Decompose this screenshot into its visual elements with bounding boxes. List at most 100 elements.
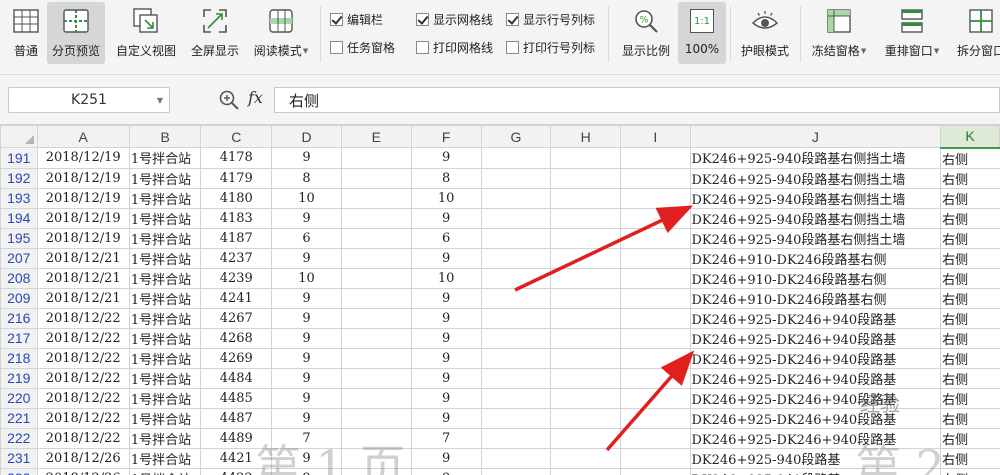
cell-k[interactable]: 右侧 [940,267,1000,289]
cell-a[interactable]: 2018/12/22 [36,347,130,369]
cell-b[interactable]: 1号拌合站 [128,267,202,289]
cell-f[interactable]: 9 [410,407,482,429]
cell-h[interactable] [550,327,622,349]
row-header[interactable]: 195 [0,227,38,249]
cell-a[interactable]: 2018/12/22 [36,387,130,409]
cell-j[interactable]: DK246+925-DK246+940段路基 [689,367,942,389]
cell-b[interactable]: 1号拌合站 [128,367,202,389]
cell-g[interactable] [480,367,552,389]
cell-b[interactable]: 1号拌合站 [128,467,202,475]
cell-b[interactable]: 1号拌合站 [128,187,202,209]
cell-j[interactable]: DK246+925-940段路基右侧挡土墙 [689,187,942,209]
show-headings-checkbox[interactable]: 显示行号列标 [506,10,595,28]
cell-i[interactable] [620,267,691,289]
cell-a[interactable]: 2018/12/19 [36,187,130,209]
cell-d[interactable]: 9 [271,287,342,309]
cell-f[interactable]: 6 [410,227,482,249]
normal-view-button[interactable]: 普通 [4,2,48,64]
cell-c[interactable]: 4484 [200,367,273,389]
cell-h[interactable] [550,207,622,229]
cell-e[interactable] [340,247,412,269]
cell-g[interactable] [480,247,552,269]
cell-b[interactable]: 1号拌合站 [128,387,202,409]
cell-b[interactable]: 1号拌合站 [128,147,202,169]
cell-i[interactable] [620,147,691,169]
cell-d[interactable]: 9 [271,367,342,389]
cell-e[interactable] [340,407,412,429]
cell-i[interactable] [620,367,691,389]
cell-d[interactable]: 9 [271,347,342,369]
cell-k[interactable]: 右侧 [940,427,1000,449]
cell-a[interactable]: 2018/12/22 [36,367,130,389]
reading-mode-button[interactable]: 阅读模式▼ [248,2,314,64]
row-header[interactable]: 232 [0,467,38,475]
cell-h[interactable] [550,427,622,449]
cell-c[interactable]: 4268 [200,327,273,349]
cell-g[interactable] [480,187,552,209]
column-header-j[interactable]: J [689,125,942,148]
cell-i[interactable] [620,447,691,469]
cell-f[interactable]: 9 [410,327,482,349]
cell-f[interactable]: 9 [410,467,482,475]
cell-f[interactable]: 9 [410,207,482,229]
cell-e[interactable] [340,207,412,229]
cell-i[interactable] [620,467,691,475]
cell-k[interactable]: 右侧 [940,227,1000,249]
row-header[interactable]: 193 [0,187,38,209]
cell-e[interactable] [340,327,412,349]
cell-g[interactable] [480,327,552,349]
cell-c[interactable]: 4237 [200,247,273,269]
cell-a[interactable]: 2018/12/22 [36,327,130,349]
cell-e[interactable] [340,227,412,249]
chevron-down-icon[interactable]: ▼ [157,96,163,105]
cell-g[interactable] [480,207,552,229]
cell-g[interactable] [480,427,552,449]
cell-f[interactable]: 10 [410,267,482,289]
cell-i[interactable] [620,327,691,349]
cell-g[interactable] [480,467,552,475]
cell-e[interactable] [340,187,412,209]
zoom-search-icon[interactable] [218,89,240,111]
cell-e[interactable] [340,287,412,309]
arrange-windows-button[interactable]: 重排窗口▼ [878,2,946,64]
column-header-g[interactable]: G [480,125,552,148]
cell-f[interactable]: 9 [410,287,482,309]
cell-a[interactable]: 2018/12/22 [36,307,130,329]
cell-b[interactable]: 1号拌合站 [128,227,202,249]
cell-e[interactable] [340,367,412,389]
cell-f[interactable]: 9 [410,347,482,369]
cell-b[interactable]: 1号拌合站 [128,207,202,229]
cell-c[interactable]: 4267 [200,307,273,329]
row-header[interactable]: 220 [0,387,38,409]
cell-f[interactable]: 9 [410,247,482,269]
cell-d[interactable]: 10 [271,187,342,209]
cell-g[interactable] [480,147,552,169]
cell-k[interactable]: 右侧 [940,247,1000,269]
cell-f[interactable]: 9 [410,447,482,469]
cell-d[interactable]: 10 [271,267,342,289]
cell-b[interactable]: 1号拌合站 [128,287,202,309]
cell-g[interactable] [480,447,552,469]
cell-a[interactable]: 2018/12/21 [36,247,130,269]
cell-d[interactable]: 9 [271,407,342,429]
cell-h[interactable] [550,267,622,289]
row-header[interactable]: 216 [0,307,38,329]
cell-i[interactable] [620,247,691,269]
cell-i[interactable] [620,427,691,449]
row-header[interactable]: 194 [0,207,38,229]
cell-c[interactable]: 4487 [200,407,273,429]
cell-j[interactable]: DK246+925-940段路基右侧挡土墙 [689,227,942,249]
cell-b[interactable]: 1号拌合站 [128,247,202,269]
cell-d[interactable]: 8 [271,167,342,189]
cell-i[interactable] [620,347,691,369]
freeze-panes-button[interactable]: 冻结窗格▼ [806,2,872,64]
column-header-b[interactable]: B [128,125,202,148]
cell-c[interactable]: 4178 [200,147,273,169]
cell-a[interactable]: 2018/12/19 [36,167,130,189]
cell-a[interactable]: 2018/12/19 [36,207,130,229]
cell-e[interactable] [340,307,412,329]
cell-f[interactable]: 8 [410,167,482,189]
cell-e[interactable] [340,167,412,189]
cell-b[interactable]: 1号拌合站 [128,347,202,369]
task-pane-checkbox[interactable]: 任务窗格 [330,38,395,56]
